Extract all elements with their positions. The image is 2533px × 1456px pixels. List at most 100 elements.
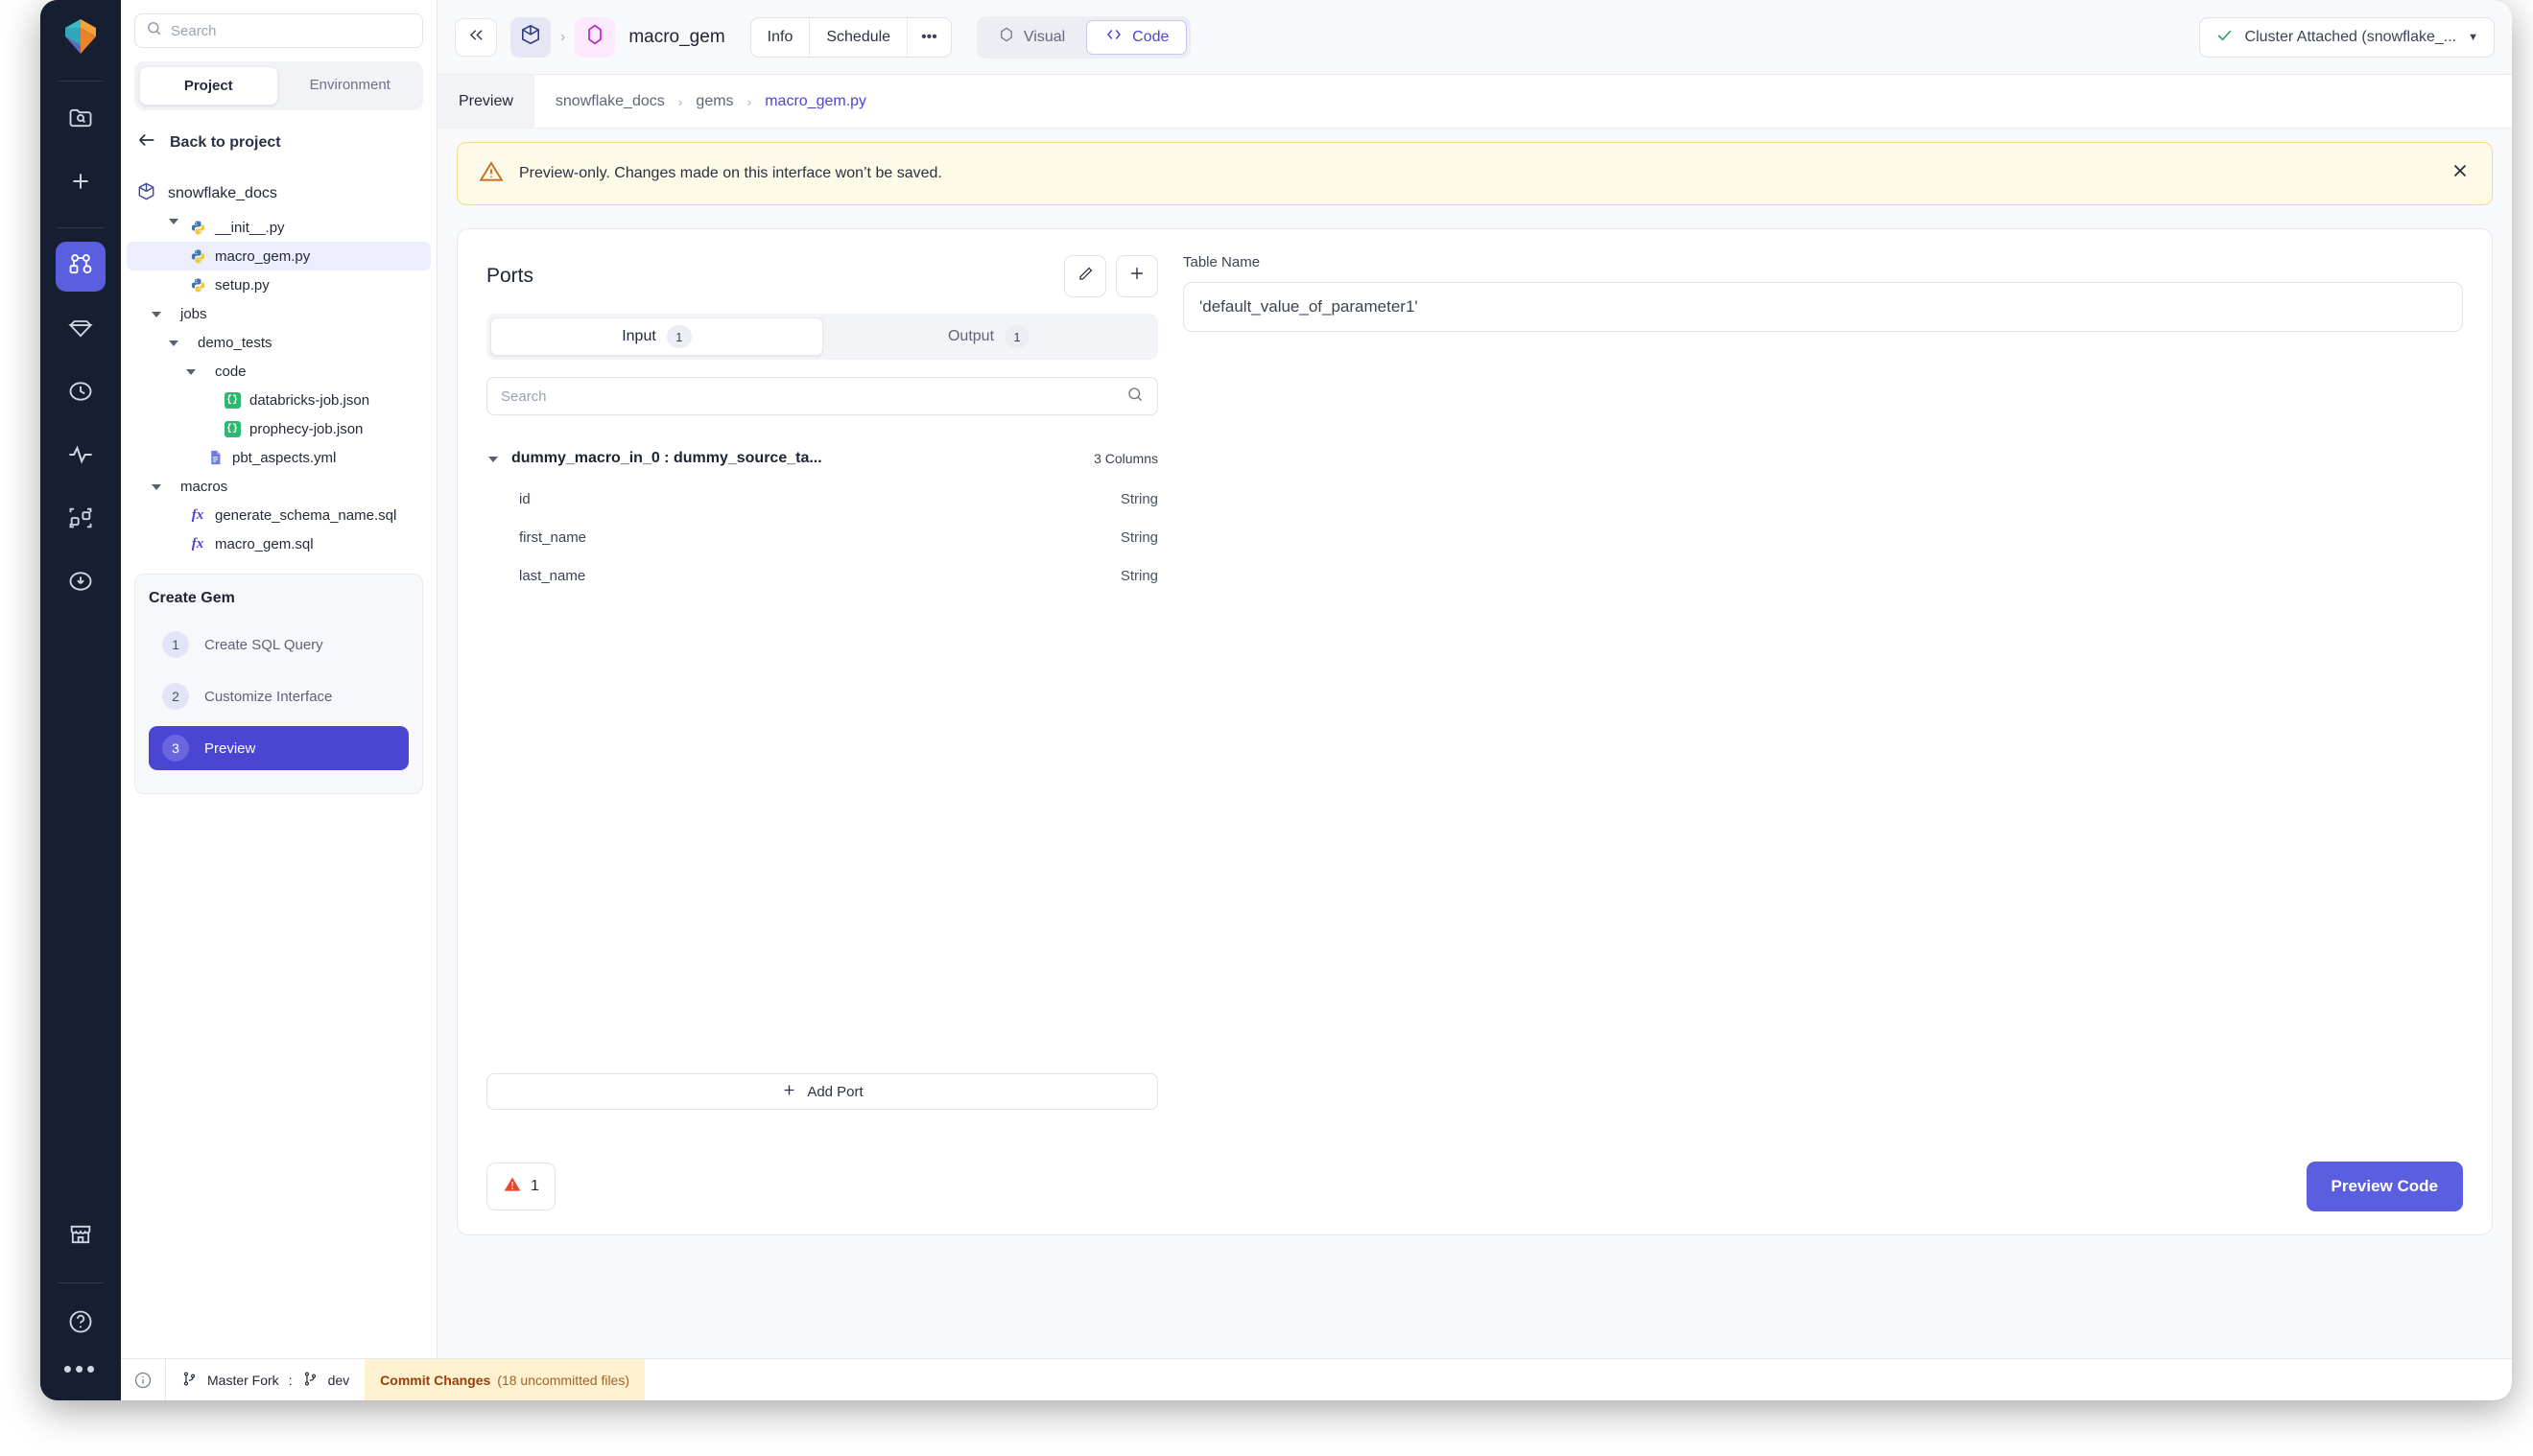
create-gem-step-3[interactable]: 3 Preview xyxy=(149,726,409,770)
add-ports-button[interactable] xyxy=(1116,255,1158,297)
tree-item-prophecy-job-json[interactable]: {} prophecy-job.json xyxy=(127,414,431,443)
rail-divider-top xyxy=(58,81,104,82)
branch-selector[interactable]: Master Fork : dev xyxy=(165,1359,365,1400)
add-port-label: Add Port xyxy=(807,1083,864,1100)
tree-item-label: macros xyxy=(180,478,228,495)
preview-code-button[interactable]: Preview Code xyxy=(2306,1162,2463,1211)
status-badge[interactable]: 1 xyxy=(486,1162,556,1210)
search-input[interactable]: Search xyxy=(134,13,423,48)
rail-divider-bottom xyxy=(58,1282,104,1283)
breadcrumb-item-project[interactable]: snowflake_docs xyxy=(556,93,665,110)
chevron-down-icon[interactable] xyxy=(486,452,500,465)
tab-schedule[interactable]: Schedule xyxy=(810,17,909,57)
breadcrumb-item-file[interactable]: macro_gem.py xyxy=(765,93,866,110)
fx-glyph: fx xyxy=(191,535,204,552)
tab-output-ports[interactable]: Output 1 xyxy=(823,317,1154,356)
chevron-down-icon[interactable] xyxy=(150,307,163,320)
chevron-down-icon[interactable] xyxy=(167,336,180,349)
collapse-sidebar-button[interactable] xyxy=(455,17,497,57)
tab-visual[interactable]: Visual xyxy=(981,20,1082,55)
sidebar-item-monitoring[interactable] xyxy=(56,432,106,481)
port-search-input[interactable]: Search xyxy=(486,377,1158,415)
chevron-down-icon[interactable] xyxy=(184,364,198,378)
back-to-project-button[interactable]: Back to project xyxy=(121,110,437,163)
tree-item-databricks-job-json[interactable]: {} databricks-job.json xyxy=(127,386,431,414)
sidebar-item-gems[interactable] xyxy=(56,305,106,355)
view-mode-toggle: Visual Code xyxy=(976,15,1192,59)
breadcrumb-preview-tab[interactable]: Preview xyxy=(438,75,534,128)
tree-item-macro-gem-py[interactable]: macro_gem.py xyxy=(127,242,431,270)
table-row[interactable]: first_name String xyxy=(486,521,1158,553)
tab-info[interactable]: Info xyxy=(751,17,811,57)
branch-separator: : xyxy=(288,1372,293,1388)
tree-item-code[interactable]: code xyxy=(127,357,431,386)
caret-placeholder xyxy=(184,451,198,464)
more-dots-icon[interactable]: ••• xyxy=(63,1356,98,1383)
edit-ports-button[interactable] xyxy=(1064,255,1106,297)
table-row[interactable]: id String xyxy=(486,482,1158,515)
port-table-row[interactable]: dummy_macro_in_0 : dummy_source_ta... 3 … xyxy=(486,440,1158,477)
tree-item-jobs[interactable]: jobs xyxy=(127,299,431,328)
column-type: String xyxy=(1120,567,1158,584)
breadcrumb-item-gems[interactable]: gems xyxy=(696,93,733,110)
breadcrumb-bar: Preview snowflake_docs › gems › macro_ge… xyxy=(438,75,2512,129)
tree-item-demo-tests[interactable]: demo_tests xyxy=(127,328,431,357)
sidebar-item-create-new[interactable] xyxy=(56,158,106,208)
pencil-icon xyxy=(1077,265,1095,289)
table-row[interactable]: last_name String xyxy=(486,559,1158,592)
clock-icon xyxy=(67,378,94,410)
close-icon[interactable] xyxy=(2450,160,2471,187)
tree-item-setup-py[interactable]: setup.py xyxy=(127,270,431,299)
commit-changes-button[interactable]: Commit Changes (18 uncommitted files) xyxy=(365,1359,645,1400)
tab-project[interactable]: Project xyxy=(139,66,278,106)
sidebar-item-marketplace[interactable] xyxy=(56,1211,106,1261)
tree-root-project[interactable]: snowflake_docs xyxy=(127,175,431,213)
tree-item-macro-gem-sql[interactable]: fx macro_gem.sql xyxy=(127,529,431,558)
cluster-status-dropdown[interactable]: Cluster Attached (snowflake_... ▼ xyxy=(2198,16,2495,58)
tab-input-label: Input xyxy=(622,328,656,344)
tree-node-list: __init__.py macro_gem.py setup.py jobs demo_… xyxy=(127,213,431,558)
chevron-down-icon[interactable] xyxy=(167,219,180,234)
json-file-icon: {} xyxy=(224,420,241,437)
json-badge: {} xyxy=(224,391,241,409)
sidebar-item-help[interactable] xyxy=(56,1299,106,1349)
content-area: Ports Input 1 Output 1 Search dummy_macr… xyxy=(438,205,2512,1358)
folder-search-icon xyxy=(67,105,94,136)
table-name-input[interactable]: 'default_value_of_parameter1' xyxy=(1183,282,2463,332)
sidebar-item-projects[interactable] xyxy=(56,242,106,292)
create-gem-step-2[interactable]: 2 Customize Interface xyxy=(149,674,409,718)
sidebar-item-history[interactable] xyxy=(56,368,106,418)
tab-environment[interactable]: Environment xyxy=(282,66,419,106)
tree-item-label: pbt_aspects.yml xyxy=(232,449,337,466)
sidebar-item-search-projects[interactable] xyxy=(56,95,106,145)
python-file-icon xyxy=(189,247,206,265)
prophecy-logo[interactable] xyxy=(58,13,104,59)
tab-code[interactable]: Code xyxy=(1086,19,1188,55)
breadcrumb-gem-chip[interactable] xyxy=(575,16,616,58)
chevron-right-icon: › xyxy=(677,93,683,109)
chevron-down-icon[interactable] xyxy=(150,480,163,493)
create-gem-title: Create Gem xyxy=(149,590,235,606)
gem-icon xyxy=(67,315,94,346)
add-port-button[interactable]: Add Port xyxy=(486,1073,1158,1110)
create-gem-step-1[interactable]: 1 Create SQL Query xyxy=(149,622,409,667)
store-icon xyxy=(67,1221,94,1253)
info-circle-icon[interactable] xyxy=(121,1359,165,1400)
tree-item-generate-schema-name-sql[interactable]: fx generate_schema_name.sql xyxy=(127,501,431,529)
tree-item-label: jobs xyxy=(180,305,207,322)
gem-tabs: Info Schedule ••• xyxy=(749,16,952,58)
tab-more-options[interactable]: ••• xyxy=(908,18,951,57)
caret-placeholder xyxy=(167,249,180,263)
tree-item-pbt-aspects-yml[interactable]: pbt_aspects.yml xyxy=(127,443,431,472)
top-toolbar: › macro_gem Info Schedule ••• Visual Cod… xyxy=(438,0,2512,75)
breadcrumb-project-chip[interactable] xyxy=(510,16,551,58)
table-name-column: Table Name 'default_value_of_parameter1' xyxy=(1183,254,2463,1139)
tab-input-ports[interactable]: Input 1 xyxy=(490,317,823,356)
project-sidebar: Search Project Environment Back to proje… xyxy=(121,0,438,1400)
tree-item-macros[interactable]: macros xyxy=(127,472,431,501)
tree-item--init-py[interactable]: __init__.py xyxy=(127,213,431,242)
pipeline-graph-icon xyxy=(67,251,94,283)
sidebar-item-lineage[interactable] xyxy=(56,495,106,545)
sidebar-item-downloads[interactable] xyxy=(56,558,106,608)
